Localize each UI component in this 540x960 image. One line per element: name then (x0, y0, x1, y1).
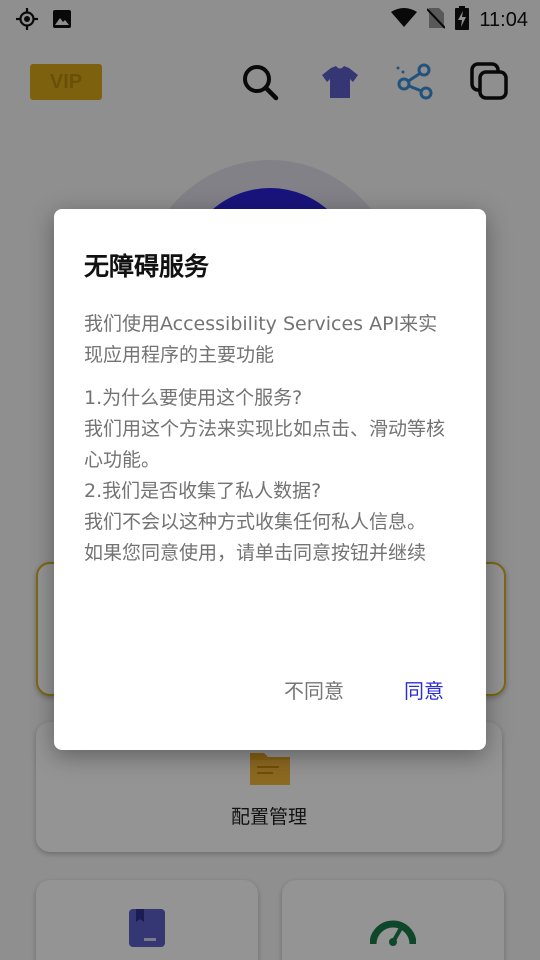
dialog-question-2: 2.我们是否收集了私人数据? (84, 480, 322, 502)
dialog-body: 我们使用Accessibility Services API来实现应用程序的主要… (84, 309, 456, 569)
dialog-answer-2: 我们不会以这种方式收集任何私人信息。 (84, 511, 427, 533)
dialog-title: 无障碍服务 (84, 252, 210, 281)
accessibility-service-dialog: 无障碍服务 我们使用Accessibility Services API来实现应… (54, 209, 486, 750)
dialog-consent-text: 如果您同意使用，请单击同意按钮并继续 (84, 542, 427, 564)
dialog-question-1: 1.为什么要使用这个服务? (84, 387, 303, 409)
disagree-button[interactable]: 不同意 (278, 671, 350, 708)
dialog-intro: 我们使用Accessibility Services API来实现应用程序的主要… (84, 313, 438, 366)
app-screen: 11:04 VIP 配置管理 无障碍服务 我们使用Accessibility S… (0, 0, 540, 960)
dialog-answer-1: 我们用这个方法来实现比如点击、滑动等核心功能。 (84, 418, 446, 471)
agree-button[interactable]: 同意 (398, 671, 450, 708)
